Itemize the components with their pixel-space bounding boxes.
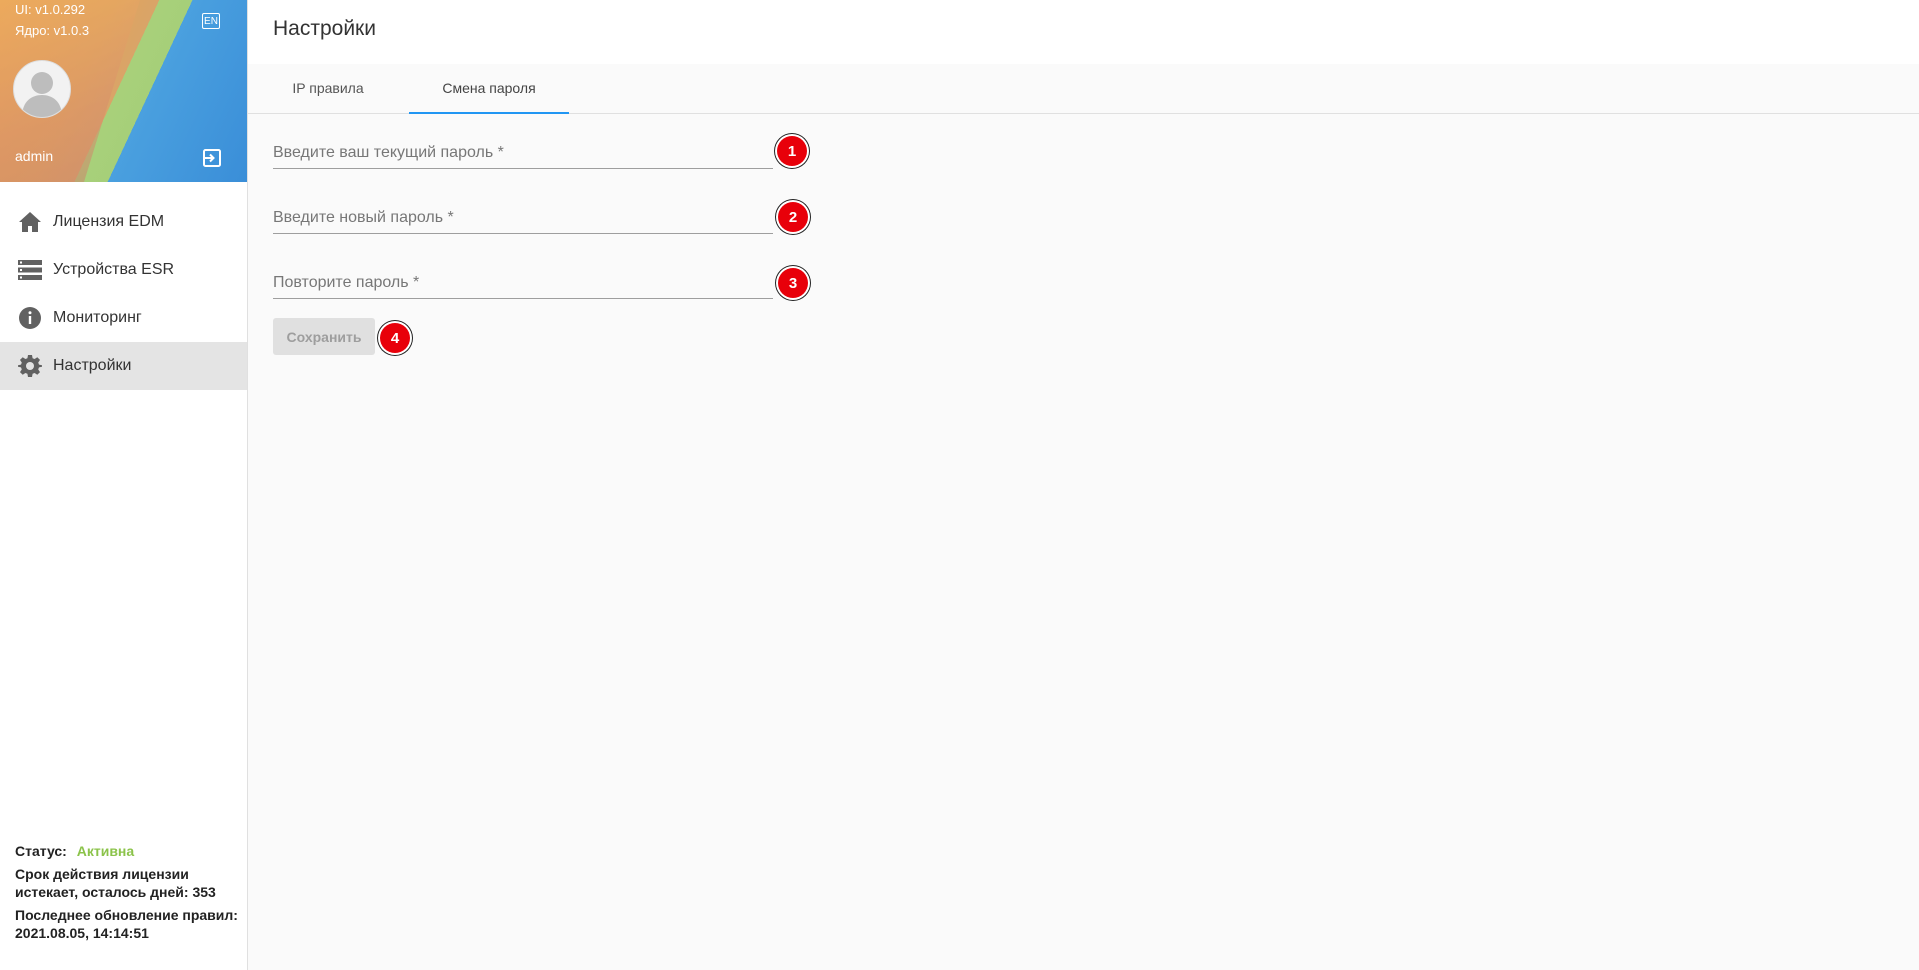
annotation-badge: 1 xyxy=(777,136,807,166)
gear-icon xyxy=(17,354,42,379)
user-name: admin xyxy=(15,148,54,164)
ui-version: UI: v1.0.292 xyxy=(15,2,86,17)
rules-update-text: Последнее обновление правил: 2021.08.05,… xyxy=(15,907,238,941)
current-password-input[interactable] xyxy=(273,138,773,168)
page-header: Настройки xyxy=(248,0,1919,64)
tab-ip-rules[interactable]: IP правила xyxy=(248,64,408,113)
user-avatar-icon xyxy=(22,72,62,117)
sidebar-item-label: Настройки xyxy=(53,357,132,374)
core-version: Ядро: v1.0.3 xyxy=(15,23,90,38)
save-button[interactable]: Сохранить xyxy=(273,318,375,355)
new-password-input[interactable] xyxy=(273,203,773,233)
status-label: Статус: xyxy=(15,843,67,859)
sidebar-item-label: Мониторинг xyxy=(53,309,142,326)
status-row: Статус: Активна xyxy=(15,842,240,860)
avatar xyxy=(13,60,71,118)
repeat-password-field[interactable] xyxy=(273,268,773,299)
repeat-password-input[interactable] xyxy=(273,268,773,298)
sidebar-item-settings[interactable]: Настройки xyxy=(0,342,247,390)
page-title: Настройки xyxy=(273,17,376,40)
sidebar: UI: v1.0.292 Ядро: v1.0.3 EN admin Лицен… xyxy=(0,0,248,970)
license-expiry-text: Срок действия лицензии истекает, осталос… xyxy=(15,866,216,900)
current-password-field[interactable] xyxy=(273,138,773,169)
sidebar-item-label: Лицензия EDM xyxy=(53,213,165,230)
info-icon xyxy=(17,306,42,331)
sidebar-item-devices[interactable]: Устройства ESR xyxy=(0,246,247,294)
home-icon xyxy=(17,210,42,235)
annotation-badge: 4 xyxy=(380,323,410,353)
new-password-field[interactable] xyxy=(273,203,773,234)
annotation-badge: 3 xyxy=(778,268,808,298)
annotation-badge: 2 xyxy=(778,202,808,232)
license-info: Статус: Активна Срок действия лицензии и… xyxy=(15,842,240,947)
sidebar-item-monitoring[interactable]: Мониторинг xyxy=(0,294,247,342)
sidebar-nav: Лицензия EDM Устройства ESR Мониторинг Н… xyxy=(0,198,247,390)
logout-icon xyxy=(203,149,221,167)
sidebar-item-license[interactable]: Лицензия EDM xyxy=(0,198,247,246)
profile-banner: UI: v1.0.292 Ядро: v1.0.3 EN admin xyxy=(0,0,247,182)
tab-change-password[interactable]: Смена пароля xyxy=(409,64,569,114)
language-toggle-button[interactable]: EN xyxy=(202,13,220,29)
settings-tabs: IP правила Смена пароля xyxy=(248,64,1919,114)
list-icon xyxy=(17,258,42,283)
logout-button[interactable] xyxy=(202,148,222,168)
main-content: Настройки IP правила Смена пароля 1 2 3 … xyxy=(248,0,1919,970)
status-value: Активна xyxy=(76,843,135,859)
sidebar-item-label: Устройства ESR xyxy=(53,261,175,278)
